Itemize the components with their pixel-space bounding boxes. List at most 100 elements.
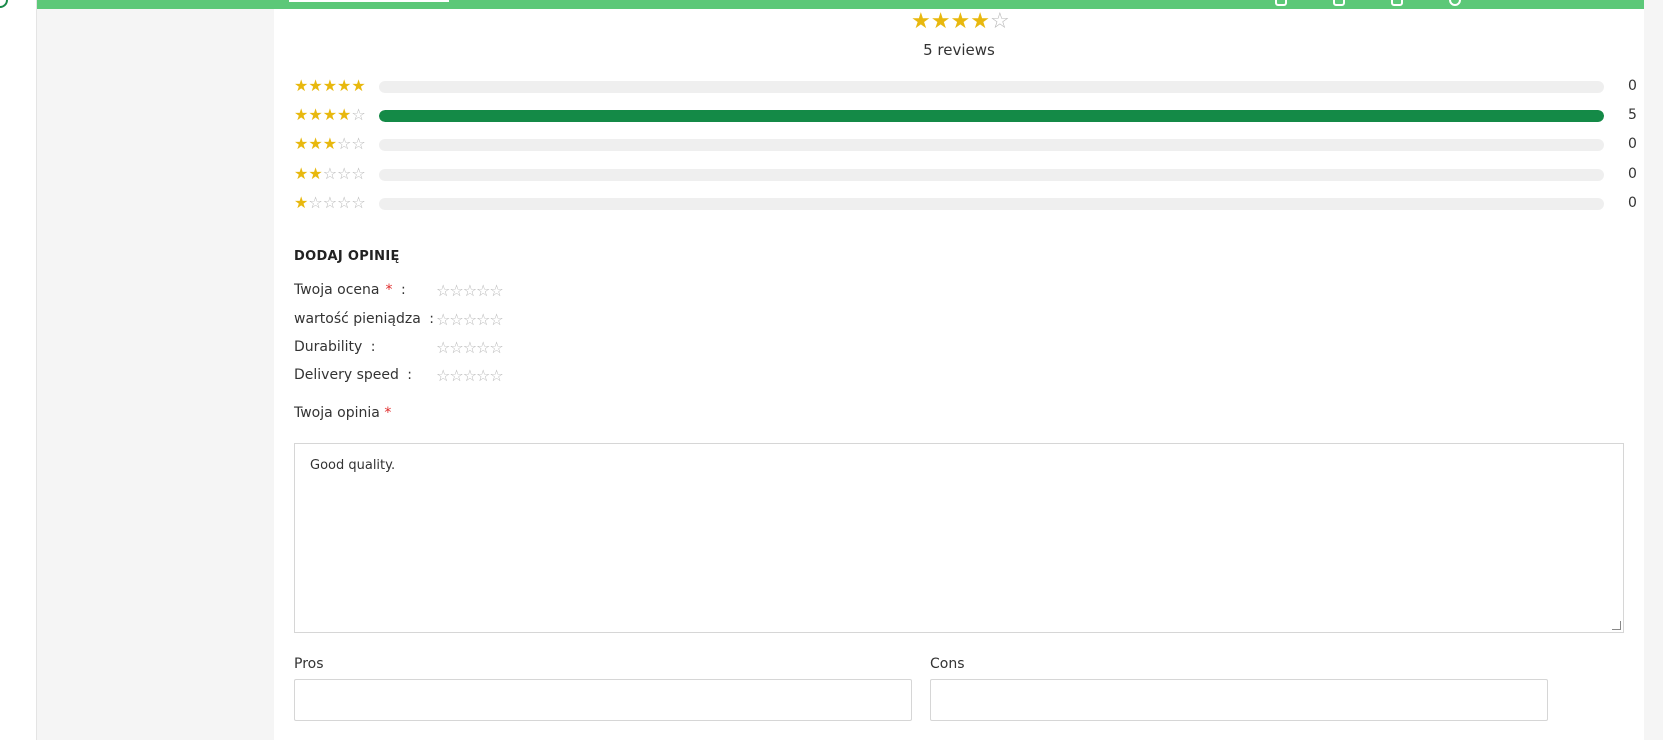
star-empty-icon[interactable]: ☆ bbox=[463, 310, 477, 329]
star-empty-icon: ☆ bbox=[351, 134, 366, 153]
sidebar bbox=[37, 0, 274, 740]
star-empty-icon[interactable]: ☆ bbox=[436, 366, 450, 385]
pros-input[interactable] bbox=[294, 679, 912, 721]
left-rail bbox=[0, 0, 37, 740]
histogram-row[interactable]: ★★★★☆ 5 bbox=[294, 105, 1644, 125]
star-filled-icon: ★ bbox=[308, 134, 323, 153]
star-filled-icon: ★ bbox=[294, 105, 309, 124]
star-empty-icon: ☆ bbox=[308, 193, 323, 212]
required-mark: * bbox=[384, 405, 392, 421]
cart-icon[interactable] bbox=[1449, 0, 1461, 6]
star-empty-icon[interactable]: ☆ bbox=[463, 338, 477, 357]
histogram-stars: ★★☆☆☆ bbox=[294, 164, 366, 184]
star-empty-icon: ☆ bbox=[351, 164, 366, 183]
histogram-count: 0 bbox=[1628, 166, 1637, 182]
star-empty-icon: ☆ bbox=[989, 9, 1010, 34]
star-empty-icon[interactable]: ☆ bbox=[476, 281, 490, 300]
rating-criterion-row: wartość pieniądza : ☆☆☆☆☆ bbox=[294, 310, 694, 331]
heart-icon[interactable] bbox=[1333, 0, 1345, 6]
star-empty-icon[interactable]: ☆ bbox=[476, 366, 490, 385]
star-filled-icon: ★ bbox=[308, 105, 323, 124]
rating-star-input[interactable]: ☆☆☆☆☆ bbox=[436, 310, 504, 330]
star-filled-icon: ★ bbox=[294, 164, 309, 183]
star-filled-icon: ★ bbox=[308, 76, 323, 95]
rating-criterion-row: Delivery speed : ☆☆☆☆☆ bbox=[294, 366, 694, 387]
rating-criterion-row: Twoja ocena * : ☆☆☆☆☆ bbox=[294, 281, 694, 302]
rating-criterion-label: Durability : bbox=[294, 339, 376, 355]
star-empty-icon[interactable]: ☆ bbox=[463, 281, 477, 300]
star-empty-icon[interactable]: ☆ bbox=[436, 310, 450, 329]
histogram-row[interactable]: ★★★★★ 0 bbox=[294, 76, 1644, 96]
star-empty-icon: ☆ bbox=[337, 164, 352, 183]
resize-handle-icon[interactable] bbox=[1612, 621, 1621, 630]
star-empty-icon[interactable]: ☆ bbox=[436, 338, 450, 357]
star-filled-icon: ★ bbox=[308, 164, 323, 183]
histogram-count: 5 bbox=[1628, 107, 1637, 123]
cons-label: Cons bbox=[930, 656, 965, 672]
star-empty-icon[interactable]: ☆ bbox=[436, 281, 450, 300]
star-empty-icon: ☆ bbox=[322, 164, 338, 183]
histogram-row[interactable]: ★★★☆☆ 0 bbox=[294, 134, 1644, 154]
histogram-stars: ★★★☆☆ bbox=[294, 134, 366, 154]
histogram-count: 0 bbox=[1628, 195, 1637, 211]
right-gutter bbox=[1644, 0, 1663, 740]
star-filled-icon: ★ bbox=[322, 76, 338, 95]
required-mark: * bbox=[385, 282, 393, 298]
top-navigation-bar bbox=[37, 0, 1663, 9]
star-empty-icon[interactable]: ☆ bbox=[449, 338, 463, 357]
compare-icon[interactable] bbox=[1391, 0, 1403, 6]
star-empty-icon[interactable]: ☆ bbox=[489, 366, 503, 385]
rating-star-input[interactable]: ☆☆☆☆☆ bbox=[436, 366, 504, 386]
histogram-row[interactable]: ★★☆☆☆ 0 bbox=[294, 164, 1644, 184]
star-filled-icon: ★ bbox=[322, 105, 338, 124]
histogram-bar-track bbox=[379, 81, 1604, 93]
reviews-panel: ★★★★☆ 5 reviews ★★★★★ 0 ★★★★☆ 5 ★★★☆☆ 0 ★★☆☆☆ 0… bbox=[274, 9, 1644, 740]
user-icon[interactable] bbox=[1275, 0, 1287, 6]
histogram-bar-track bbox=[379, 139, 1604, 151]
average-rating-stars: ★★★★☆ bbox=[911, 11, 1010, 33]
histogram-row[interactable]: ★☆☆☆☆ 0 bbox=[294, 193, 1644, 212]
star-empty-icon: ☆ bbox=[322, 193, 338, 212]
star-empty-icon[interactable]: ☆ bbox=[463, 366, 477, 385]
histogram-count: 0 bbox=[1628, 136, 1637, 152]
star-empty-icon[interactable]: ☆ bbox=[489, 338, 503, 357]
histogram-stars: ★★★★★ bbox=[294, 76, 366, 96]
star-filled-icon: ★ bbox=[294, 193, 309, 212]
star-filled-icon: ★ bbox=[322, 134, 338, 153]
star-empty-icon[interactable]: ☆ bbox=[489, 310, 503, 329]
star-filled-icon: ★ bbox=[970, 9, 990, 34]
star-filled-icon: ★ bbox=[351, 76, 366, 95]
star-empty-icon: ☆ bbox=[337, 193, 352, 212]
star-empty-icon[interactable]: ☆ bbox=[449, 281, 463, 300]
star-filled-icon: ★ bbox=[337, 105, 352, 124]
star-empty-icon: ☆ bbox=[351, 105, 366, 124]
opinion-textarea[interactable]: Good quality. bbox=[294, 443, 1624, 633]
circle-icon[interactable] bbox=[0, 0, 8, 8]
cons-input[interactable] bbox=[930, 679, 1548, 721]
star-empty-icon[interactable]: ☆ bbox=[489, 281, 503, 300]
opinion-label-text: Twoja opinia bbox=[294, 405, 380, 421]
add-review-title: DODAJ OPINIĘ bbox=[294, 249, 400, 264]
rating-criterion-label: Delivery speed : bbox=[294, 367, 413, 383]
star-filled-icon: ★ bbox=[294, 134, 309, 153]
histogram-bar-track bbox=[379, 169, 1604, 181]
star-empty-icon: ☆ bbox=[337, 134, 352, 153]
star-empty-icon[interactable]: ☆ bbox=[476, 310, 490, 329]
histogram-bar-track bbox=[379, 110, 1604, 122]
star-empty-icon[interactable]: ☆ bbox=[449, 310, 463, 329]
star-filled-icon: ★ bbox=[337, 76, 352, 95]
rating-criterion-label: wartość pieniądza : bbox=[294, 311, 434, 327]
histogram-stars: ★★★★☆ bbox=[294, 105, 366, 125]
star-filled-icon: ★ bbox=[930, 9, 951, 34]
star-empty-icon[interactable]: ☆ bbox=[476, 338, 490, 357]
rating-star-input[interactable]: ☆☆☆☆☆ bbox=[436, 338, 504, 358]
histogram-bar-track bbox=[379, 198, 1604, 210]
star-empty-icon[interactable]: ☆ bbox=[449, 366, 463, 385]
star-filled-icon: ★ bbox=[294, 76, 309, 95]
search-input[interactable] bbox=[289, 0, 449, 2]
histogram-count: 0 bbox=[1628, 78, 1637, 94]
star-empty-icon: ☆ bbox=[351, 193, 366, 212]
rating-criterion-label: Twoja ocena * : bbox=[294, 282, 406, 298]
rating-star-input[interactable]: ☆☆☆☆☆ bbox=[436, 281, 504, 301]
pros-label: Pros bbox=[294, 656, 324, 672]
